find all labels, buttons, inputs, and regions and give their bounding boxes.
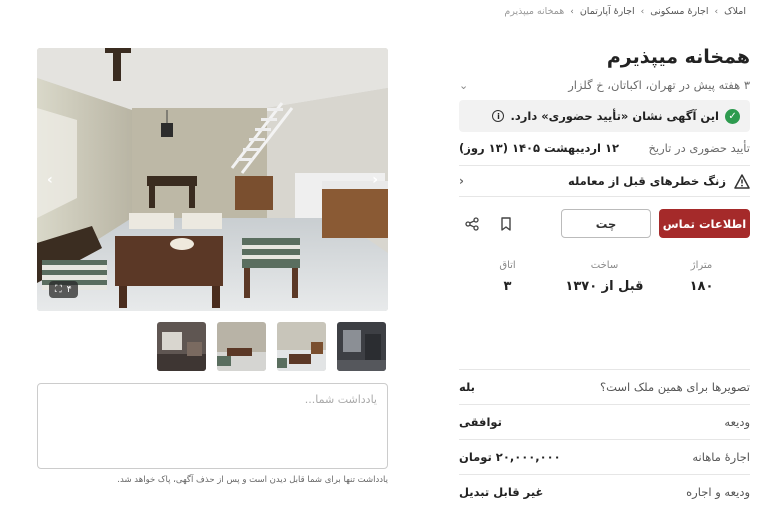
next-photo-arrow[interactable]: › <box>372 172 378 188</box>
note-hint: یادداشت تنها برای شما قابل دیدن است و پس… <box>117 475 388 485</box>
detail-value: توافقی <box>459 415 502 429</box>
photo-count-badge[interactable]: ⛶ ۴ <box>49 281 78 298</box>
note-field-container <box>37 383 388 469</box>
action-bar: اطلاعات تماس چت <box>459 209 750 238</box>
chat-button[interactable]: چت <box>561 209 651 238</box>
listing-subtitle: ۳ هفته پیش در تهران، اکباتان، خ گلزار <box>568 78 750 92</box>
chevron-down-icon[interactable]: ⌄ <box>459 79 468 92</box>
detail-label: تصویرها برای همین ملک است؟ <box>599 380 750 394</box>
detail-row: تصویرها برای همین ملک است؟ بله <box>459 369 750 404</box>
spec-built: ساخت قبل از ۱۳۷۰ <box>560 260 650 294</box>
detail-label: ودیعه <box>724 415 750 429</box>
verified-date-label: تأیید حضوری در تاریخ <box>648 141 750 155</box>
detail-value: بله <box>459 380 475 394</box>
thumbnail[interactable] <box>277 322 326 371</box>
spec-value: ۱۸۰ <box>689 279 714 294</box>
note-input[interactable] <box>48 393 377 459</box>
spec-rooms: اتاق ۳ <box>463 260 553 294</box>
warnings-label: زنگ خطرهای قبل از معامله <box>568 174 726 188</box>
share-icon[interactable] <box>459 211 485 237</box>
warning-icon <box>734 173 750 189</box>
page-title: همخانه میپذیرم <box>606 46 750 68</box>
breadcrumb-item[interactable]: اجارهٔ آپارتمان <box>580 6 635 17</box>
detail-row: اجارهٔ ماهانه ۲۰,۰۰۰,۰۰۰ تومان <box>459 439 750 474</box>
breadcrumb-item[interactable]: املاک <box>724 6 746 17</box>
living-room-photo <box>37 48 388 311</box>
prev-photo-arrow[interactable]: ‹ <box>47 172 53 188</box>
listing-subtitle-row[interactable]: ۳ هفته پیش در تهران، اکباتان، خ گلزار ⌄ <box>459 78 750 92</box>
verified-date-value: ۱۲ اردیبهشت ۱۴۰۵ (۱۳ روز) <box>459 141 620 155</box>
spec-label: متراژ <box>690 260 713 271</box>
verified-text: این آگهی نشان «تأیید حضوری» دارد. <box>510 109 719 123</box>
expand-icon: ⛶ <box>55 284 62 295</box>
thumbnail-strip <box>157 322 386 371</box>
photo-count: ۴ <box>66 284 72 295</box>
spec-value: قبل از ۱۳۷۰ <box>565 279 644 294</box>
check-circle-icon: ✓ <box>725 108 740 124</box>
detail-value: غیر قابل تبدیل <box>459 485 544 499</box>
breadcrumb-item[interactable]: اجارهٔ مسکونی <box>650 6 708 17</box>
detail-row: ودیعه و اجاره غیر قابل تبدیل <box>459 474 750 506</box>
detail-row: ودیعه توافقی <box>459 404 750 439</box>
detail-label: ودیعه و اجاره <box>686 485 750 499</box>
bookmark-icon[interactable] <box>493 211 519 237</box>
chevron-left-icon: › <box>640 6 645 17</box>
verified-badge: ✓ این آگهی نشان «تأیید حضوری» دارد. i <box>459 100 750 132</box>
thumbnail[interactable] <box>337 322 386 371</box>
spec-value: ۳ <box>503 279 512 294</box>
verified-date-row: تأیید حضوری در تاریخ ۱۲ اردیبهشت ۱۴۰۵ (۱… <box>459 141 750 155</box>
spec-label: اتاق <box>499 260 516 271</box>
main-photo[interactable]: ‹ › ⛶ ۴ <box>37 48 388 311</box>
spec-grid: متراژ ۱۸۰ ساخت قبل از ۱۳۷۰ اتاق ۳ <box>459 260 750 294</box>
detail-list: تصویرها برای همین ملک است؟ بله ودیعه توا… <box>459 369 750 506</box>
thumbnail[interactable] <box>217 322 266 371</box>
chevron-left-icon: ‹ <box>459 174 464 188</box>
thumbnail[interactable] <box>157 322 206 371</box>
spec-label: ساخت <box>590 260 619 271</box>
breadcrumb: املاک › اجارهٔ مسکونی › اجارهٔ آپارتمان … <box>504 6 746 17</box>
warnings-link[interactable]: زنگ خطرهای قبل از معامله ‹ <box>459 165 750 197</box>
detail-label: اجارهٔ ماهانه <box>692 450 750 464</box>
breadcrumb-item-current: همخانه میپذیرم <box>504 6 565 17</box>
listing-info: همخانه میپذیرم ۳ هفته پیش در تهران، اکبا… <box>459 44 750 294</box>
chevron-left-icon: › <box>570 6 574 17</box>
contact-info-button[interactable]: اطلاعات تماس <box>659 209 750 238</box>
spec-area: متراژ ۱۸۰ <box>657 260 747 294</box>
detail-value: ۲۰,۰۰۰,۰۰۰ تومان <box>459 450 561 464</box>
chevron-left-icon: › <box>714 6 719 17</box>
info-icon[interactable]: i <box>492 110 505 122</box>
